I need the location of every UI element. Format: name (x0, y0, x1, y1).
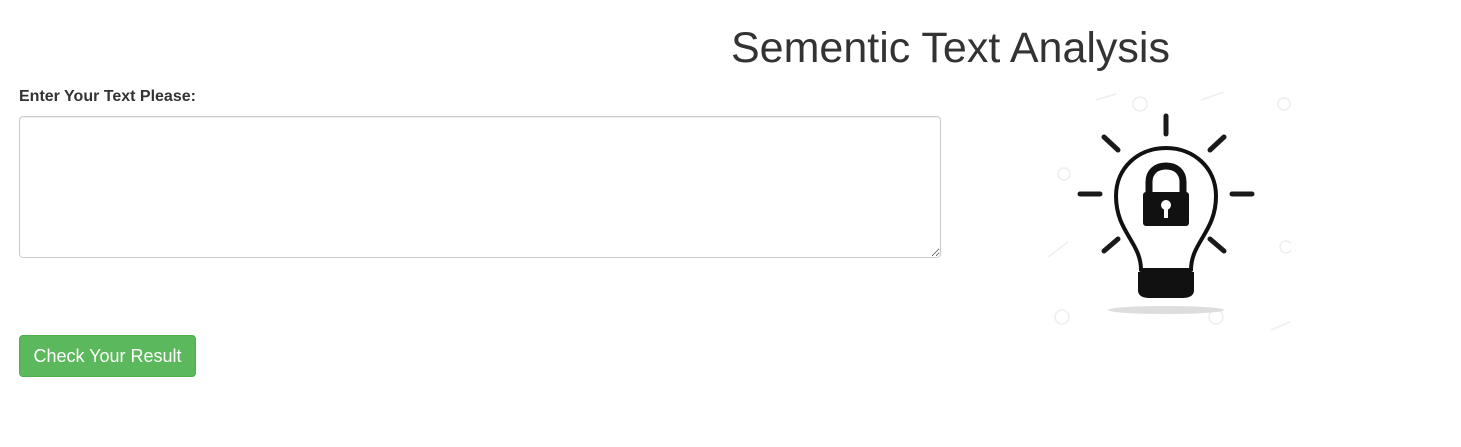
page: Sementic Text Analysis Enter Your Text P… (0, 0, 1461, 447)
bulb-base-icon (1138, 272, 1194, 298)
page-title: Sementic Text Analysis (731, 24, 1170, 72)
text-input-area[interactable] (19, 116, 941, 258)
check-result-button[interactable]: Check Your Result (19, 335, 196, 377)
lightbulb-lock-icon (1047, 91, 1293, 331)
illustration (1046, 91, 1293, 332)
text-input-label: Enter Your Text Please: (19, 88, 196, 105)
bulb-shadow-icon (1108, 306, 1224, 314)
